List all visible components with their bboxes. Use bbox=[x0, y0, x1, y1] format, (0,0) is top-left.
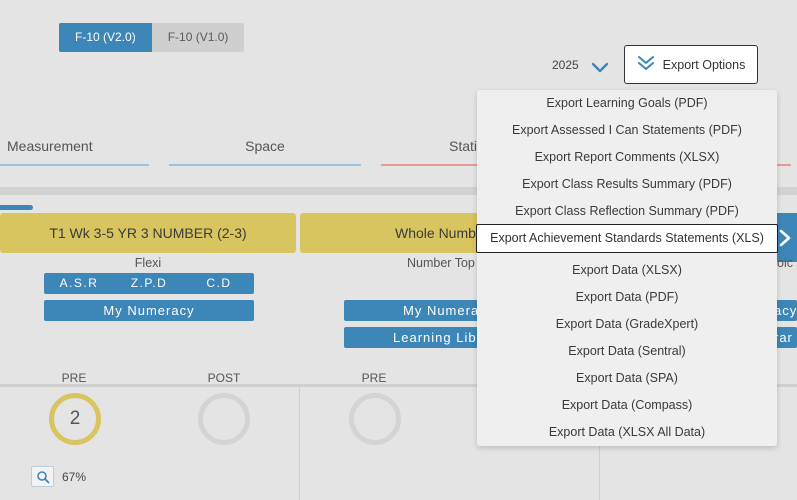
strand-tab-space[interactable]: Space bbox=[169, 138, 361, 166]
unit-type-label: oic bbox=[777, 256, 793, 270]
version-v1-button[interactable]: F-10 (V1.0) bbox=[151, 23, 245, 52]
progress-indicator bbox=[0, 205, 33, 210]
search-button[interactable] bbox=[31, 466, 54, 487]
post-score-ring[interactable] bbox=[197, 392, 251, 446]
pre-score-ring[interactable] bbox=[348, 392, 402, 446]
column-divider bbox=[299, 387, 300, 500]
chevron-down-icon[interactable] bbox=[590, 59, 610, 75]
export-menu-item[interactable]: Export Data (XLSX) bbox=[477, 257, 777, 284]
chevron-right-icon bbox=[779, 229, 790, 246]
export-menu-item[interactable]: Export Report Comments (XLSX) bbox=[477, 144, 777, 171]
export-menu-item[interactable]: Export Data (Sentral) bbox=[477, 338, 777, 365]
strand-tab-measurement[interactable]: Measurement bbox=[0, 138, 149, 166]
search-icon bbox=[36, 470, 49, 483]
unit-type-label: Flexi bbox=[134, 256, 162, 270]
pre-label: PRE bbox=[361, 371, 387, 385]
export-options-button[interactable]: Export Options bbox=[624, 45, 758, 84]
pre-score-ring[interactable]: 2 bbox=[48, 392, 102, 446]
percent-value: 67% bbox=[62, 470, 87, 484]
export-options-menu: Export Learning Goals (PDF) Export Assess… bbox=[476, 90, 778, 446]
unit-card-title[interactable]: T1 Wk 3-5 YR 3 NUMBER (2-3) bbox=[0, 213, 296, 253]
export-menu-item[interactable]: Export Achievement Standards Statements … bbox=[476, 224, 778, 253]
unit-tag-group: A.S.R Z.P.D C.D bbox=[44, 273, 254, 294]
tag-asr[interactable]: A.S.R bbox=[44, 273, 114, 294]
my-numeracy-button[interactable]: My Numeracy bbox=[44, 300, 254, 321]
export-menu-item[interactable]: Export Class Reflection Summary (PDF) bbox=[477, 198, 777, 225]
year-select[interactable]: 2025 bbox=[552, 58, 579, 72]
double-chevron-down-icon bbox=[637, 54, 655, 75]
pre-score-value: 2 bbox=[69, 408, 81, 429]
my-numeracy-button[interactable]: acy bbox=[774, 300, 797, 321]
export-menu-item[interactable]: Export Data (Compass) bbox=[477, 392, 777, 419]
export-menu-item[interactable]: Export Assessed I Can Statements (PDF) bbox=[477, 117, 777, 144]
post-label: POST bbox=[207, 371, 241, 385]
learning-library-button[interactable]: rar bbox=[774, 327, 797, 348]
export-menu-item[interactable]: Export Class Results Summary (PDF) bbox=[477, 171, 777, 198]
export-menu-item[interactable]: Export Data (PDF) bbox=[477, 284, 777, 311]
version-toggle: F-10 (V2.0) F-10 (V1.0) bbox=[59, 23, 245, 52]
version-v2-button[interactable]: F-10 (V2.0) bbox=[59, 23, 152, 52]
tag-zpd[interactable]: Z.P.D bbox=[114, 273, 184, 294]
pre-label: PRE bbox=[61, 371, 87, 385]
export-menu-item[interactable]: Export Data (GradeXpert) bbox=[477, 311, 777, 338]
export-options-label: Export Options bbox=[662, 57, 746, 72]
tag-cd[interactable]: C.D bbox=[184, 273, 254, 294]
export-menu-item[interactable]: Export Data (SPA) bbox=[477, 365, 777, 392]
export-menu-item[interactable]: Export Learning Goals (PDF) bbox=[477, 90, 777, 117]
export-menu-item[interactable]: Export Data (XLSX All Data) bbox=[477, 419, 777, 446]
unit-card-title[interactable]: Whole Numb bbox=[300, 213, 500, 253]
